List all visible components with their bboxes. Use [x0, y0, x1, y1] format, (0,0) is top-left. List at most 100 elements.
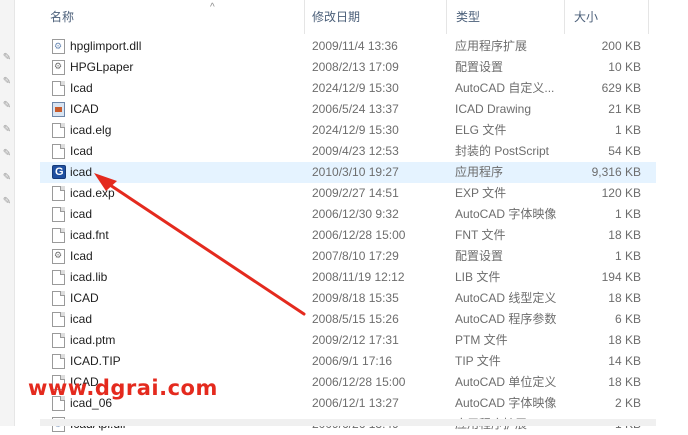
file-name: icad — [70, 165, 93, 179]
file-row[interactable]: ICAD.TIP 2006/9/1 17:16 TIP 文件 14 KB — [40, 351, 656, 372]
pin-icon[interactable]: ✎ — [1, 52, 13, 64]
file-modified-date: 2024/12/9 15:30 — [312, 81, 399, 95]
pin-icon[interactable]: ✎ — [1, 76, 13, 88]
file-row[interactable]: icad.elg 2024/12/9 15:30 ELG 文件 1 KB — [40, 120, 656, 141]
file-name: Icad — [70, 249, 93, 263]
file-type: AutoCAD 字体映像 — [455, 207, 557, 221]
file-type: LIB 文件 — [455, 270, 501, 284]
file-icon — [52, 186, 65, 201]
file-size: 21 KB — [608, 102, 641, 116]
file-icon — [52, 123, 65, 138]
pin-icon[interactable]: ✎ — [1, 172, 13, 184]
file-size: 18 KB — [608, 333, 641, 347]
pin-icon[interactable]: ✎ — [1, 148, 13, 160]
column-header-type[interactable]: 类型 — [446, 0, 564, 34]
config-file-icon — [52, 249, 65, 264]
file-name: ICAD — [70, 291, 99, 305]
file-row[interactable]: Icad 2007/8/10 17:29 配置设置 1 KB — [40, 246, 656, 267]
file-row[interactable]: icad 2008/5/15 15:26 AutoCAD 程序参数 6 KB — [40, 309, 656, 330]
file-size: 14 KB — [608, 354, 641, 368]
column-header-name[interactable]: 名称 — [40, 0, 302, 34]
file-row[interactable]: ICAD 2009/8/18 15:35 AutoCAD 线型定义 18 KB — [40, 288, 656, 309]
file-type: AutoCAD 单位定义 — [455, 375, 557, 389]
column-header-date[interactable]: 修改日期 — [302, 0, 448, 34]
file-name: icad.ptm — [70, 333, 116, 347]
config-file-icon — [52, 60, 65, 75]
file-row[interactable]: ICAD 2006/5/24 13:37 ICAD Drawing 21 KB — [40, 99, 656, 120]
file-name: icad.fnt — [70, 228, 109, 242]
drawing-file-icon — [52, 102, 65, 117]
file-size: 10 KB — [608, 60, 641, 74]
sort-ascending-icon: ^ — [210, 2, 215, 13]
application-icon — [52, 165, 66, 179]
file-icon — [52, 354, 65, 369]
file-size: 629 KB — [601, 81, 641, 95]
column-header-size-label: 大小 — [574, 10, 599, 24]
file-type: AutoCAD 程序参数 — [455, 312, 557, 326]
file-type: 应用程序扩展 — [455, 39, 528, 53]
column-header-bar: 名称 ^ 修改日期 类型 大小 — [40, 0, 656, 34]
file-size: 194 KB — [601, 270, 641, 284]
file-type: ELG 文件 — [455, 123, 507, 137]
file-modified-date: 2006/5/24 13:37 — [312, 102, 399, 116]
file-modified-date: 2008/2/13 17:09 — [312, 60, 399, 74]
file-modified-date: 2006/9/1 17:16 — [312, 354, 393, 368]
file-icon — [52, 312, 65, 327]
file-row[interactable]: icad 2010/3/10 19:27 应用程序 9,316 KB — [40, 162, 656, 183]
pin-icon[interactable]: ✎ — [1, 124, 13, 136]
file-name: ICAD.TIP — [70, 354, 121, 368]
file-row[interactable]: hpglimport.dll 2009/11/4 13:36 应用程序扩展 200 K… — [40, 36, 656, 57]
file-name: hpglimport.dll — [70, 39, 142, 53]
file-size: 54 KB — [608, 144, 641, 158]
file-size: 2 KB — [614, 396, 641, 410]
file-modified-date: 2008/5/15 15:26 — [312, 312, 399, 326]
dll-file-icon — [52, 39, 65, 54]
file-type: TIP 文件 — [455, 354, 501, 368]
file-icon — [52, 144, 65, 159]
file-size: 200 KB — [601, 39, 641, 53]
column-header-name-label: 名称 — [50, 10, 75, 24]
file-modified-date: 2007/8/10 17:29 — [312, 249, 399, 263]
file-size: 9,316 KB — [591, 165, 641, 179]
file-modified-date: 2006/12/30 9:32 — [312, 207, 399, 221]
file-row[interactable]: HPGLpaper 2008/2/13 17:09 配置设置 10 KB — [40, 57, 656, 78]
column-divider[interactable] — [648, 0, 649, 34]
file-row[interactable]: icad.exp 2009/2/27 14:51 EXP 文件 120 KB — [40, 183, 656, 204]
file-icon — [52, 333, 65, 348]
file-name: icad.lib — [70, 270, 108, 284]
file-modified-date: 2006/12/28 15:00 — [312, 375, 406, 389]
file-row[interactable]: icad 2006/12/30 9:32 AutoCAD 字体映像 1 KB — [40, 204, 656, 225]
file-icon — [52, 291, 65, 306]
file-icon — [52, 228, 65, 243]
file-size: 1 KB — [614, 249, 641, 263]
file-modified-date: 2008/11/19 12:12 — [312, 270, 405, 284]
file-size: 18 KB — [608, 228, 641, 242]
file-modified-date: 2006/12/1 13:27 — [312, 396, 399, 410]
column-header-type-label: 类型 — [456, 10, 481, 24]
pin-icon[interactable]: ✎ — [1, 100, 13, 112]
file-row[interactable]: icad.lib 2008/11/19 12:12 LIB 文件 194 KB — [40, 267, 656, 288]
file-icon — [52, 270, 65, 285]
file-row[interactable]: icad.ptm 2009/2/12 17:31 PTM 文件 18 KB — [40, 330, 656, 351]
pin-icon[interactable]: ✎ — [1, 196, 13, 208]
column-header-size[interactable]: 大小 — [564, 0, 656, 34]
file-type: 封装的 PostScript — [455, 144, 550, 158]
file-type: AutoCAD 字体映像 — [455, 396, 557, 410]
watermark-text: www.dgrai.com — [28, 376, 218, 400]
file-size: 1 KB — [614, 207, 641, 221]
file-name: Icad — [70, 144, 93, 158]
file-type: 应用程序 — [455, 165, 504, 179]
file-type: FNT 文件 — [455, 228, 506, 242]
file-size: 6 KB — [614, 312, 641, 326]
file-modified-date: 2006/12/28 15:00 — [312, 228, 406, 242]
file-row[interactable]: Icad 2009/4/23 12:53 封装的 PostScript 54 KB — [40, 141, 656, 162]
file-icon — [52, 81, 65, 96]
file-modified-date: 2010/3/10 19:27 — [312, 165, 399, 179]
column-header-date-label: 修改日期 — [312, 10, 361, 24]
file-modified-date: 2009/2/27 14:51 — [312, 186, 399, 200]
navigation-pane-edge: ✎ ✎ ✎ ✎ ✎ ✎ ✎ — [0, 0, 15, 426]
file-row[interactable]: icad.fnt 2006/12/28 15:00 FNT 文件 18 KB — [40, 225, 656, 246]
file-name: icad.exp — [70, 186, 115, 200]
file-row[interactable]: Icad 2024/12/9 15:30 AutoCAD 自定义... 629 KB — [40, 78, 656, 99]
horizontal-scrollbar[interactable] — [40, 419, 656, 426]
